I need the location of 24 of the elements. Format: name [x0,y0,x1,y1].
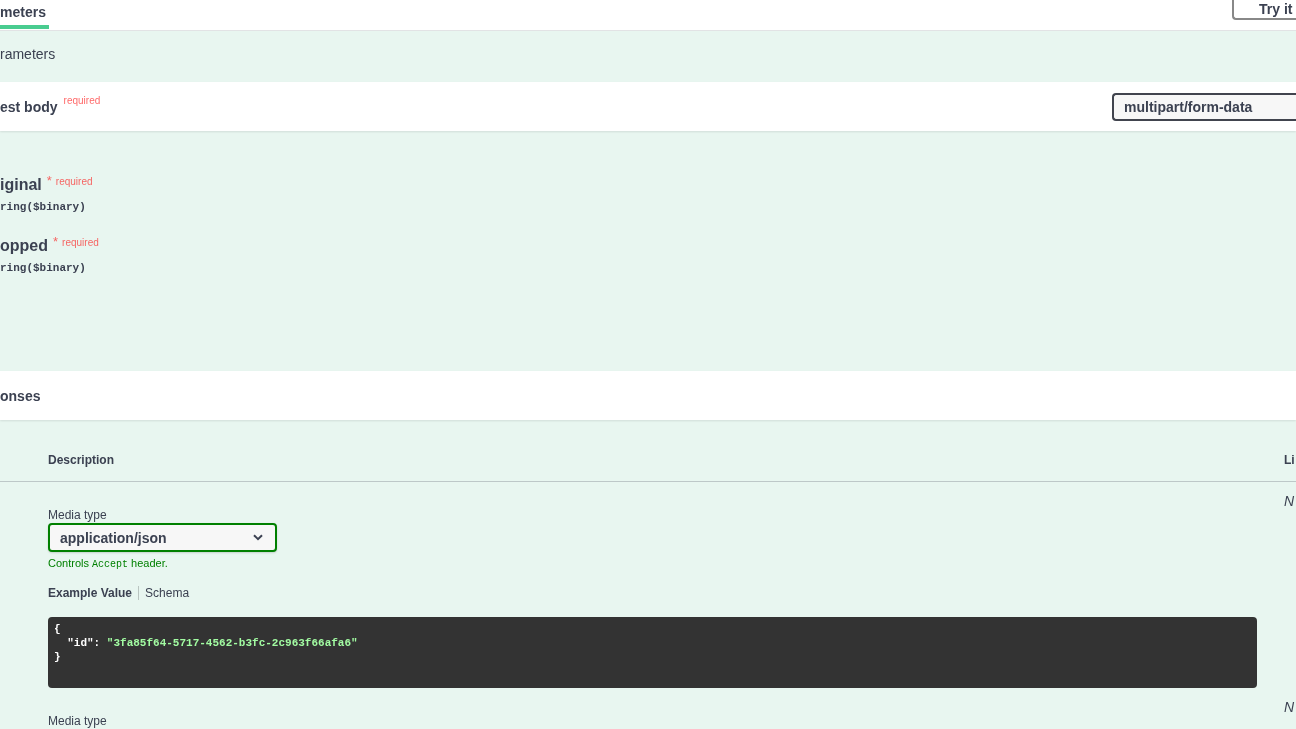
required-label: required [63,95,101,106]
column-header: Description [48,453,114,467]
example-tab[interactable]: Schema [138,586,190,600]
links-text: N [1284,494,1295,508]
media-type-label: Media type [48,714,107,728]
content-type-select[interactable]: multipart/form-data [1112,92,1296,121]
parameters-message: rameters [0,46,56,62]
required-label: * required [46,175,93,188]
code-sample: { "id": "3fa85f64-5717-4562-b3fc-2c963f66afa6" } [48,617,1257,688]
field-name: opped [0,236,48,256]
section-title: est body [0,98,58,115]
field-type: ring($binary) [0,200,86,215]
field-name: iginal [0,175,42,195]
chevron-down-icon [253,534,263,541]
media-type-select[interactable]: application/json [48,523,277,552]
required-label: * required [53,236,99,249]
links-text: N [1284,700,1295,714]
section-title: onses [0,387,41,404]
field-type: ring($binary) [0,261,86,276]
column-header: Li [1284,453,1295,467]
try-it-button[interactable]: Try it [1232,0,1296,20]
example-tab[interactable]: Example Value [48,586,139,600]
media-type-label: Media type [48,508,107,522]
accept-note: Controls Accept header. [48,556,168,572]
